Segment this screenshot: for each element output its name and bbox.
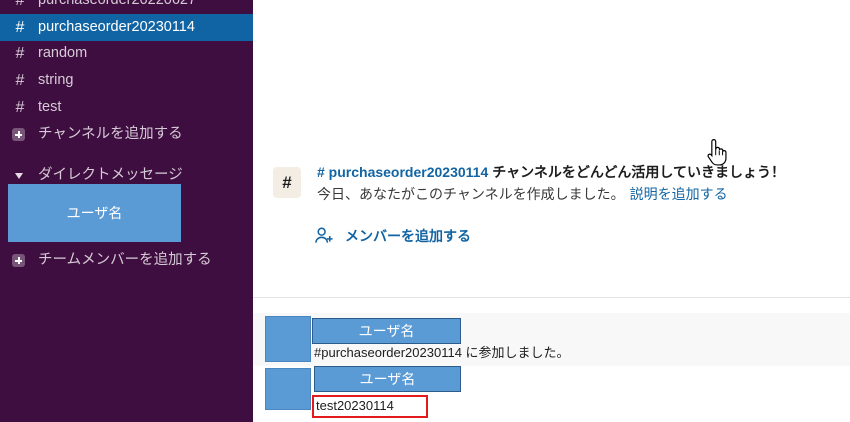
channel-hash-icon: # (15, 72, 25, 89)
sidebar-channel-random[interactable]: # random (0, 40, 253, 67)
sidebar-channel-test[interactable]: # test (0, 94, 253, 121)
sidebar-channel-purchaseorder20230114[interactable]: # purchaseorder20230114 (0, 14, 253, 41)
channel-hash-icon: # (273, 167, 301, 198)
channel-name: purchaseorder20230114 (38, 19, 195, 35)
highlight-box (312, 395, 428, 418)
add-channel-label: チャンネルを追加する (38, 126, 183, 142)
sidebar-channel-purchaseorder20220627[interactable]: # purchaseorder20220627 (0, 0, 253, 14)
add-channel-button[interactable]: チャンネルを追加する (0, 121, 253, 148)
channel-name: purchaseorder20220627 (38, 0, 197, 8)
caret-down-icon (15, 173, 23, 179)
channel-name: string (38, 72, 74, 88)
channel-hash-icon: # (15, 19, 25, 36)
dm-user-redacted[interactable]: ユーザ名 (8, 184, 181, 242)
channel-hash-icon: # (15, 45, 25, 62)
add-user-icon (315, 227, 333, 243)
channel-name: test (38, 99, 62, 115)
plus-icon (12, 128, 25, 141)
add-description-link[interactable]: 説明を追加する (630, 186, 728, 202)
channel-intro-subtext: 今日、あなたがこのチャンネルを作成しました。 説明を追加する (317, 184, 728, 204)
add-team-member-label: チームメンバーを追加する (38, 252, 212, 268)
channel-intro-heading: # purchaseorder20230114 チャンネルをどんどん活用していきま… (317, 162, 785, 182)
avatar[interactable] (265, 316, 311, 362)
channel-name: random (38, 45, 88, 61)
sidebar: # purchaseorder20220627 # purchaseorder2… (0, 0, 253, 422)
message-user-name-redacted[interactable]: ユーザ名 (312, 318, 461, 344)
slack-window: # purchaseorder20220627 # purchaseorder2… (0, 0, 850, 422)
message-text: #purchaseorder20230114 に参加しました。 (314, 345, 570, 360)
channel-link[interactable]: # purchaseorder20230114 (317, 164, 488, 180)
divider (253, 297, 850, 298)
channel-intro-heading-text: チャンネルをどんどん活用していきましょう！ (492, 164, 785, 180)
add-team-member-button[interactable]: チームメンバーを追加する (0, 247, 253, 274)
message-user-name-redacted[interactable]: ユーザ名 (314, 366, 461, 392)
channel-hash-icon: # (15, 0, 25, 9)
channel-created-text: 今日、あなたがこのチャンネルを作成しました。 (317, 186, 625, 202)
add-members-label: メンバーを追加する (345, 228, 471, 244)
sidebar-channel-string[interactable]: # string (0, 67, 253, 94)
avatar[interactable] (265, 368, 311, 410)
channel-hash-icon: # (15, 99, 25, 116)
plus-icon (12, 254, 25, 267)
